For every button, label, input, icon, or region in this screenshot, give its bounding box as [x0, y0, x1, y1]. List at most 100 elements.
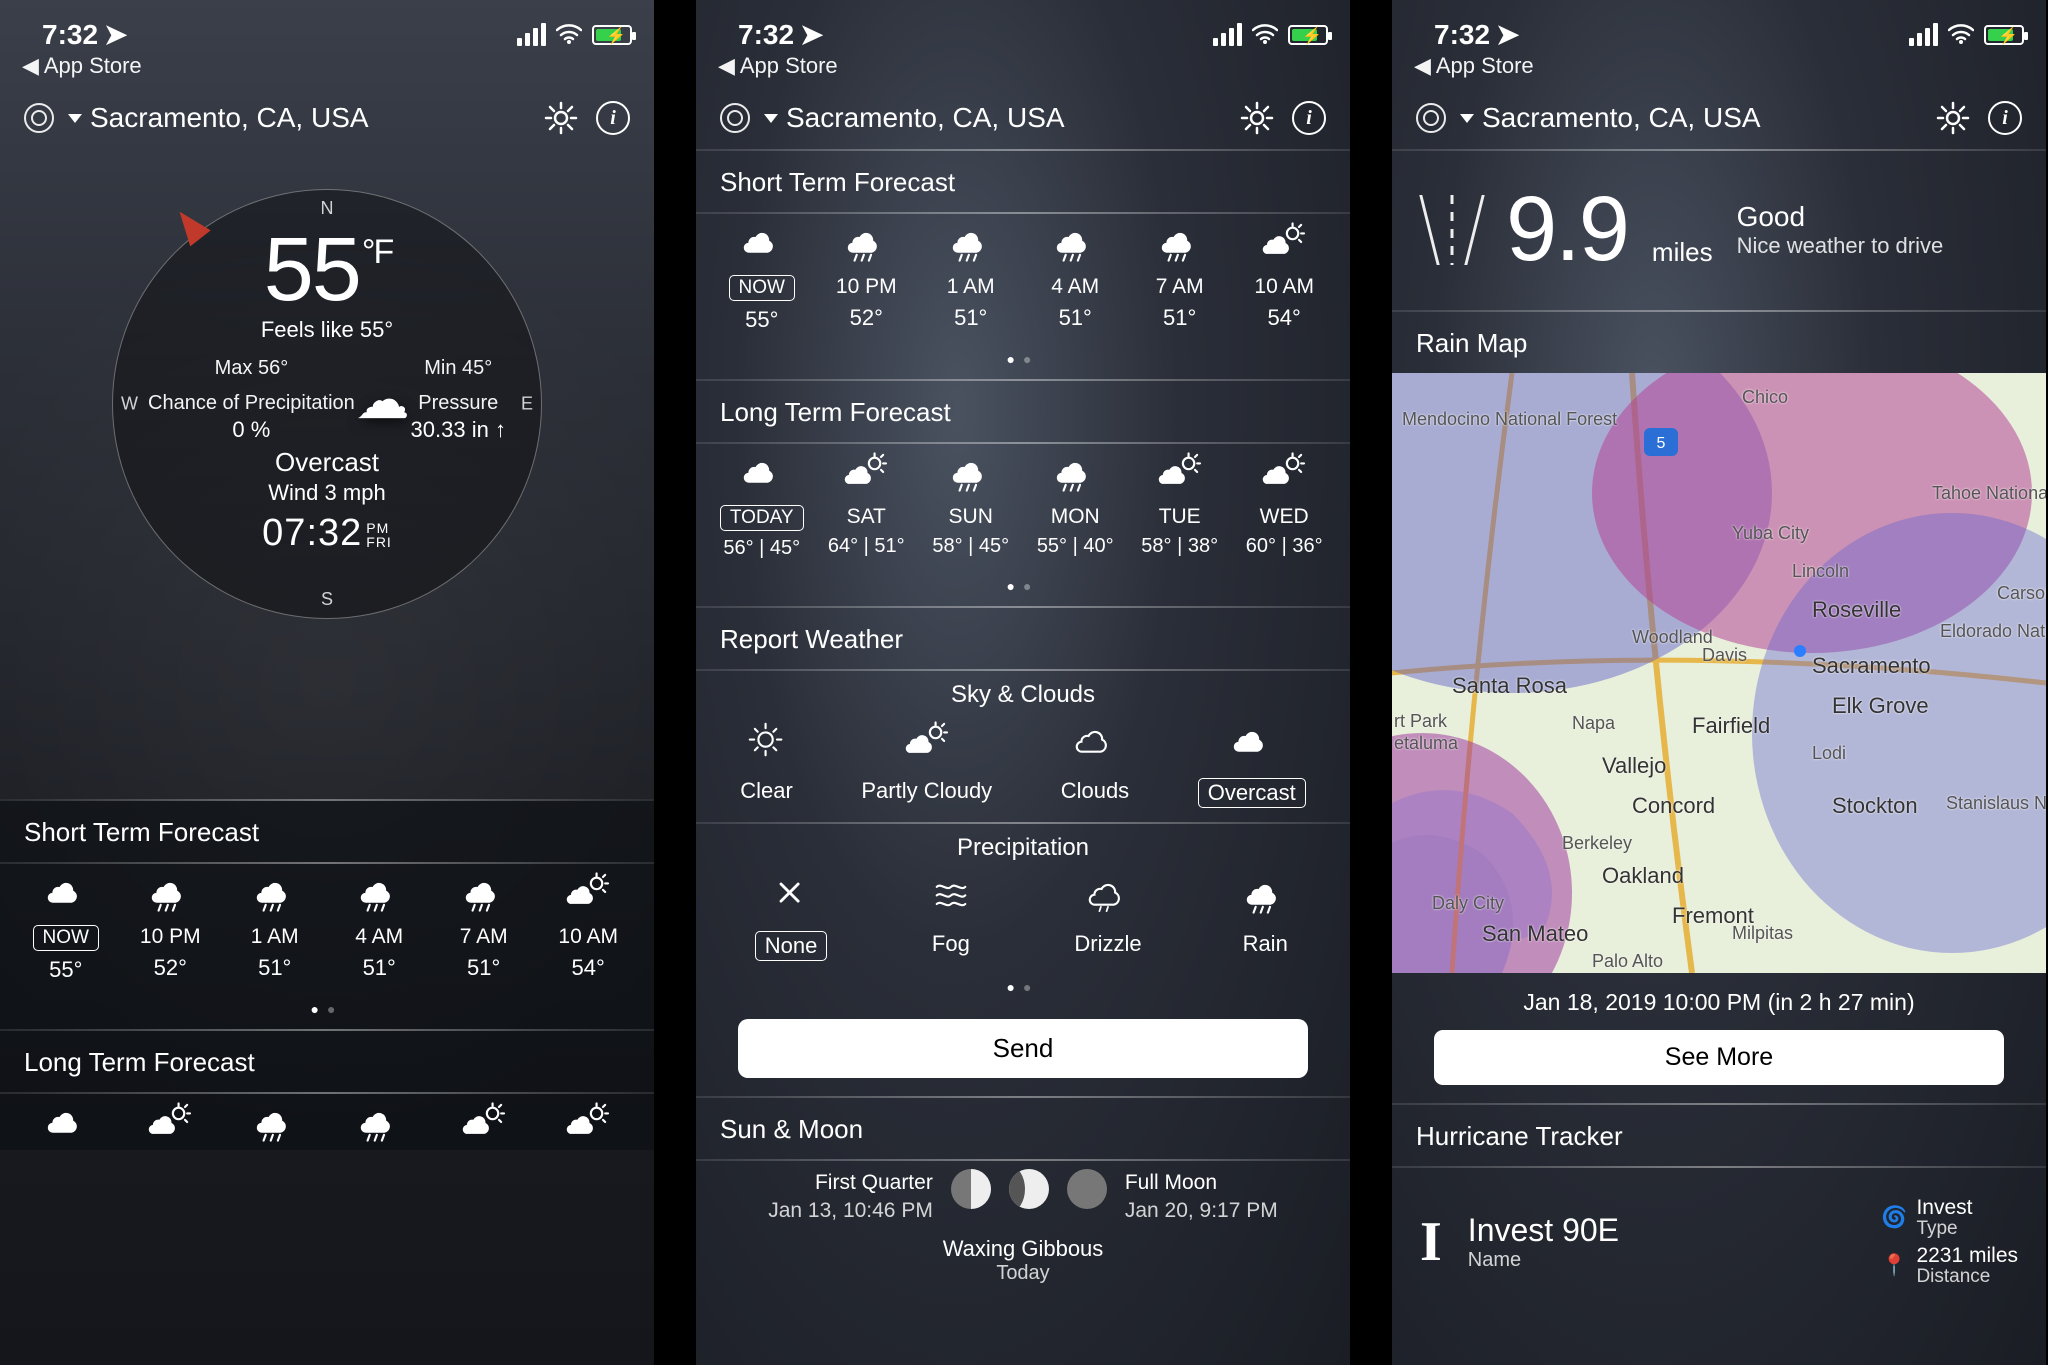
map-city-label: Davis — [1702, 645, 1747, 666]
short-term-strip[interactable]: NOW 55° 10 PM 52° 1 AM 51° 4 AM 51° 7 AM… — [0, 864, 654, 997]
map-city-label: Yuba City — [1732, 523, 1809, 544]
precip-title: Precipitation — [696, 824, 1350, 874]
wifi-icon — [1948, 19, 1974, 51]
settings-button[interactable] — [1240, 101, 1274, 135]
screen-forecasts: 7:32➤ ⚡ ◀ App Store Sacramento, CA, USA … — [696, 0, 1350, 1365]
hourly-cell[interactable]: 10 AM 54° — [1234, 222, 1334, 333]
info-button[interactable]: i — [596, 101, 630, 135]
radar-icon[interactable] — [24, 103, 54, 133]
fog-icon — [925, 874, 977, 923]
map-city-label: Tahoe National Forest — [1932, 483, 2046, 504]
status-bar: 7:32➤ ⚡ — [0, 0, 654, 51]
hour-temp: 52° — [154, 955, 187, 981]
hourly-cell[interactable]: 10 PM 52° — [120, 872, 220, 983]
map-city-label: Napa — [1572, 713, 1615, 734]
long-term-title: Long Term Forecast — [696, 381, 1350, 442]
rainmap-title: Rain Map — [1392, 312, 2046, 373]
see-more-button[interactable]: See More — [1434, 1030, 2004, 1085]
report-option-clouds[interactable]: Clouds — [1061, 721, 1129, 808]
hourly-cell[interactable]: NOW 55° — [712, 222, 812, 333]
day-label: MON — [1051, 505, 1100, 529]
map-city-label: Elk Grove — [1832, 693, 1929, 719]
hurricane-row[interactable]: I Invest 90EName 🌀InvestType 📍2231 miles… — [1392, 1168, 2046, 1316]
daily-cell[interactable] — [329, 1102, 429, 1136]
short-term-strip[interactable]: NOW 55° 10 PM 52° 1 AM 51° 4 AM 51° 7 AM… — [696, 214, 1350, 347]
report-option-drizzle[interactable]: Drizzle — [1074, 874, 1141, 961]
cloud-icon — [40, 872, 92, 919]
info-button[interactable]: i — [1988, 101, 2022, 135]
feels-like: Feels like 55° — [261, 317, 393, 343]
hourly-cell[interactable]: NOW 55° — [16, 872, 116, 983]
settings-button[interactable] — [1936, 101, 1970, 135]
svg-text:5: 5 — [1657, 435, 1666, 452]
hourly-cell[interactable]: 4 AM 51° — [1025, 222, 1125, 333]
location-selector[interactable]: Sacramento, CA, USA — [1460, 102, 1922, 134]
map-city-label: Milpitas — [1732, 923, 1793, 944]
hour-label: 4 AM — [355, 925, 403, 949]
hourly-cell[interactable]: 10 PM 52° — [816, 222, 916, 333]
wifi-icon — [1252, 19, 1278, 51]
partly-icon — [562, 1102, 614, 1149]
back-to-appstore[interactable]: ◀ App Store — [1392, 51, 2046, 89]
radar-icon[interactable] — [1416, 103, 1446, 133]
report-option-none[interactable]: None — [755, 874, 828, 961]
report-option-partly-cloudy[interactable]: Partly Cloudy — [861, 721, 992, 808]
daily-cell[interactable]: SUN 58° | 45° — [921, 452, 1021, 560]
hourly-cell[interactable]: 1 AM 51° — [921, 222, 1021, 333]
partly-icon — [1258, 222, 1310, 269]
send-button[interactable]: Send — [738, 1019, 1308, 1078]
map-city-label: Concord — [1632, 793, 1715, 819]
daily-cell[interactable] — [538, 1102, 638, 1136]
cloud-icon — [736, 452, 788, 499]
hourly-cell[interactable]: 7 AM 51° — [1130, 222, 1230, 333]
daily-cell[interactable]: TUE 58° | 38° — [1130, 452, 1230, 560]
info-button[interactable]: i — [1292, 101, 1326, 135]
daily-cell[interactable]: WED 60° | 36° — [1234, 452, 1334, 560]
rain-map[interactable]: 5 ChicoMendocino National ForestYuba Cit… — [1392, 373, 2046, 973]
daily-cell[interactable]: MON 55° | 40° — [1025, 452, 1125, 560]
back-to-appstore[interactable]: ◀ App Store — [0, 51, 654, 89]
report-option-overcast[interactable]: Overcast — [1198, 721, 1306, 808]
partly-icon — [144, 1102, 196, 1149]
hour-temp: 55° — [49, 957, 82, 983]
hourly-cell[interactable]: 10 AM 54° — [538, 872, 638, 983]
location-arrow-icon: ➤ — [800, 18, 823, 51]
rain-icon — [1239, 874, 1291, 923]
report-option-rain[interactable]: Rain — [1239, 874, 1291, 961]
location-selector[interactable]: Sacramento, CA, USA — [764, 102, 1226, 134]
long-term-strip[interactable]: TODAY 56° | 45° SAT 64° | 51° SUN 58° | … — [696, 444, 1350, 574]
hour-temp: 51° — [363, 955, 396, 981]
moon-full-icon — [1067, 1169, 1107, 1209]
map-city-label: Eldorado National Forest — [1940, 621, 2046, 642]
radar-icon[interactable] — [720, 103, 750, 133]
short-term-title: Short Term Forecast — [696, 151, 1350, 212]
daily-cell[interactable] — [434, 1102, 534, 1136]
report-option-clear[interactable]: Clear — [740, 721, 793, 808]
hour-label: NOW — [729, 275, 795, 301]
moon-center-label: Waxing GibbousToday — [696, 1236, 1350, 1285]
map-city-label: Daly City — [1432, 893, 1504, 914]
hourly-cell[interactable]: 7 AM 51° — [434, 872, 534, 983]
back-to-appstore[interactable]: ◀ App Store — [696, 51, 1350, 89]
hourly-cell[interactable]: 4 AM 51° — [329, 872, 429, 983]
hour-label: 10 AM — [558, 925, 618, 949]
cloud-icon — [1226, 721, 1278, 770]
hourly-cell[interactable]: 1 AM 51° — [225, 872, 325, 983]
settings-button[interactable] — [544, 101, 578, 135]
report-option-fog[interactable]: Fog — [925, 874, 977, 961]
map-city-label: Berkeley — [1562, 833, 1632, 854]
location-selector[interactable]: Sacramento, CA, USA — [68, 102, 530, 134]
daily-cell[interactable]: SAT 64° | 51° — [816, 452, 916, 560]
hour-temp: 54° — [572, 955, 605, 981]
long-term-title: Long Term Forecast — [0, 1031, 654, 1092]
condition-label: Overcast — [275, 447, 379, 478]
daily-cell[interactable] — [225, 1102, 325, 1136]
day-label: WED — [1260, 505, 1309, 529]
long-term-strip[interactable] — [0, 1094, 654, 1150]
daily-cell[interactable] — [120, 1102, 220, 1136]
daily-cell[interactable]: TODAY 56° | 45° — [712, 452, 812, 560]
location-arrow-icon: ➤ — [1496, 18, 1519, 51]
day-label: TUE — [1159, 505, 1201, 529]
daily-cell[interactable] — [16, 1102, 116, 1136]
rain-icon — [353, 872, 405, 919]
